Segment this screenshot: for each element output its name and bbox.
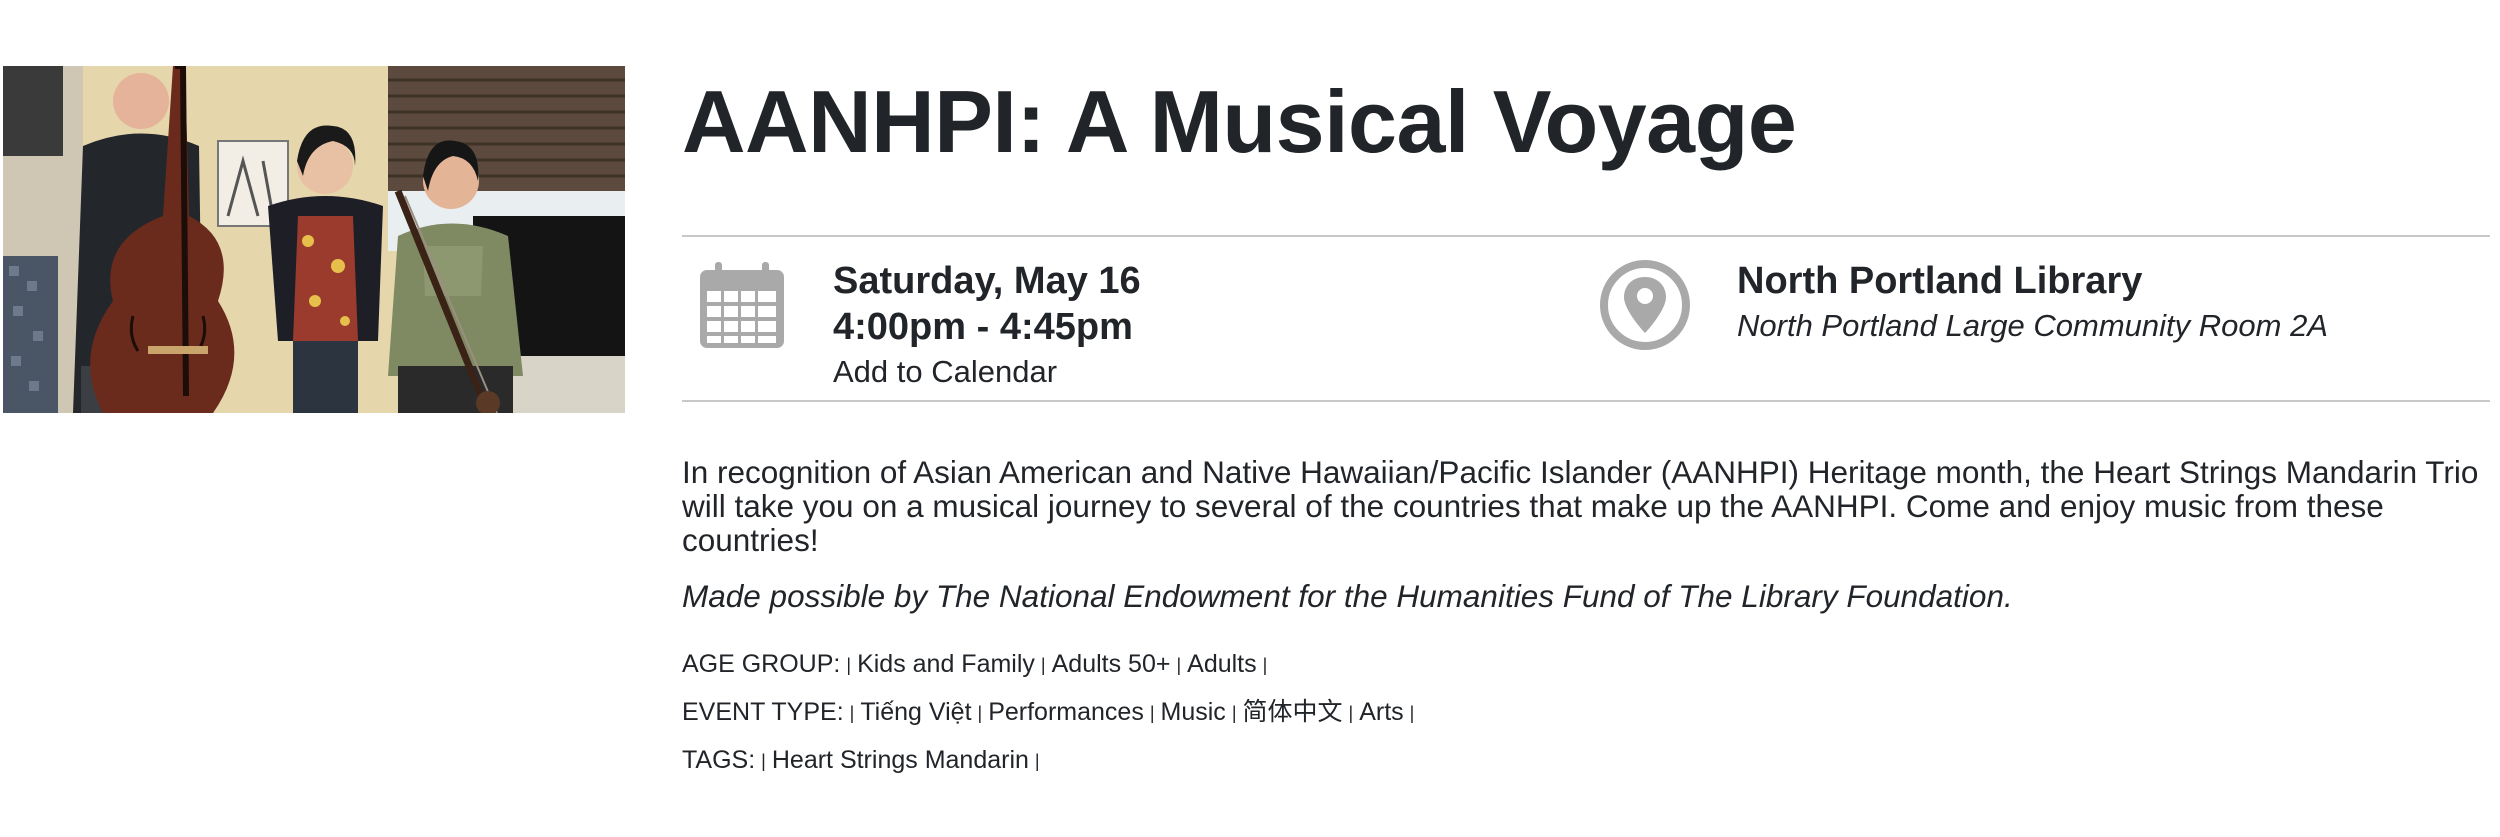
event-description: In recognition of Asian American and Nat…: [682, 454, 2479, 558]
event-type-link[interactable]: 简体中文: [1243, 698, 1343, 726]
tags-row: TAGS: | Heart Strings Mandarin |: [682, 746, 1040, 774]
age-group-label: AGE GROUP:: [682, 650, 841, 678]
divider: [682, 235, 2490, 237]
age-group-link[interactable]: Adults: [1187, 650, 1256, 678]
event-title: AANHPI: A Musical Voyage: [682, 72, 1797, 171]
map-pin-icon: [1600, 260, 1690, 350]
event-credit: Made possible by The National Endowment …: [682, 578, 2013, 614]
event-type-row: EVENT TYPE: | Tiếng Việt | Performances | Musi…: [682, 698, 1415, 726]
event-location: North Portland Library North Portland La…: [1737, 258, 2328, 348]
location-name[interactable]: North Portland Library: [1737, 258, 2328, 304]
event-datetime: Saturday, May 16 4:00pm - 4:45pm Add to …: [833, 258, 1141, 394]
divider: [682, 400, 2490, 402]
age-group-link[interactable]: Adults 50+: [1052, 650, 1171, 678]
tags-label: TAGS:: [682, 746, 756, 774]
event-type-label: EVENT TYPE:: [682, 698, 844, 726]
event-time: 4:00pm - 4:45pm: [833, 306, 1133, 348]
event-date: Saturday, May 16: [833, 260, 1141, 302]
event-type-link[interactable]: Arts: [1359, 698, 1403, 726]
event-type-link[interactable]: Performances: [988, 698, 1144, 726]
calendar-icon: [700, 262, 784, 348]
event-type-link[interactable]: Music: [1161, 698, 1226, 726]
event-photo: [3, 66, 625, 413]
age-group-row: AGE GROUP: | Kids and Family | Adults 50+ | Ad…: [682, 650, 1268, 678]
location-room: North Portland Large Community Room 2A: [1737, 308, 2328, 343]
tag-link[interactable]: Heart Strings Mandarin: [772, 746, 1029, 774]
age-group-link[interactable]: Kids and Family: [857, 650, 1035, 678]
event-type-link[interactable]: Tiếng Việt: [860, 698, 971, 726]
add-to-calendar-link[interactable]: Add to Calendar: [833, 350, 1057, 394]
